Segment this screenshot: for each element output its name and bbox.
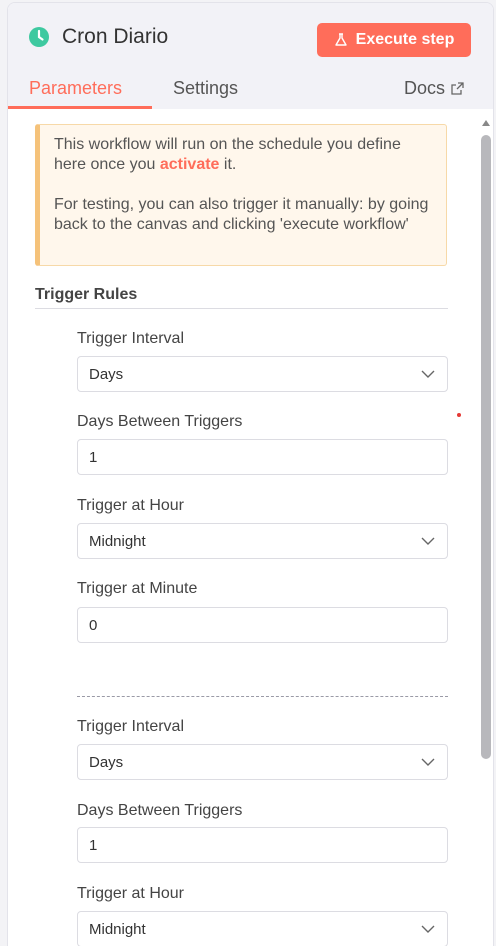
trigger-hour-value: Midnight — [89, 920, 146, 938]
panel-header: Cron Diario Execute step Parameters Sett… — [8, 3, 493, 109]
section-divider — [35, 308, 448, 309]
chevron-down-icon — [421, 370, 435, 378]
flask-icon — [334, 33, 347, 46]
trigger-minute-label: Trigger at Minute — [77, 580, 198, 597]
trigger-hour-select[interactable]: Midnight — [77, 523, 448, 559]
trigger-hour-select[interactable]: Midnight — [77, 911, 448, 946]
days-between-triggers-label: Days Between Triggers — [77, 802, 243, 819]
days-between-triggers-value: 1 — [89, 836, 98, 854]
node-title[interactable]: Cron Diario — [62, 25, 168, 49]
days-between-triggers-label: Days Between Triggers — [77, 413, 243, 430]
execute-step-label: Execute step — [355, 31, 455, 48]
notice-line-2: For testing, you can also trigger it man… — [54, 196, 429, 233]
trigger-rules-title: Trigger Rules — [35, 286, 138, 303]
trigger-interval-value: Days — [89, 365, 124, 383]
tab-parameters[interactable]: Parameters — [29, 78, 122, 99]
parameters-content: This workflow will run on the schedule y… — [8, 109, 493, 946]
activation-notice: This workflow will run on the schedule y… — [35, 124, 447, 266]
trigger-interval-value: Days — [89, 753, 124, 771]
notice-text-post: it. — [219, 156, 237, 173]
external-link-icon — [451, 82, 464, 95]
chevron-down-icon — [421, 537, 435, 545]
trigger-interval-label: Trigger Interval — [77, 718, 184, 735]
trigger-interval-select[interactable]: Days — [77, 744, 448, 780]
issue-indicator-dot — [457, 413, 461, 417]
days-between-triggers-input[interactable]: 1 — [77, 827, 448, 863]
clock-icon — [29, 27, 49, 47]
chevron-down-icon — [421, 925, 435, 933]
trigger-minute-value: 0 — [89, 616, 98, 634]
days-between-triggers-input[interactable]: 1 — [77, 439, 448, 475]
scroll-up-arrow-icon[interactable] — [481, 119, 491, 127]
trigger-interval-label: Trigger Interval — [77, 330, 184, 347]
trigger-hour-value: Midnight — [89, 532, 146, 550]
chevron-down-icon — [421, 758, 435, 766]
trigger-interval-select[interactable]: Days — [77, 356, 448, 392]
node-details-panel: Cron Diario Execute step Parameters Sett… — [7, 2, 494, 946]
days-between-triggers-value: 1 — [89, 448, 98, 466]
execute-step-button[interactable]: Execute step — [317, 23, 471, 57]
rule-separator — [77, 696, 448, 697]
docs-label: Docs — [404, 78, 446, 98]
trigger-hour-label: Trigger at Hour — [77, 885, 184, 902]
trigger-minute-input[interactable]: 0 — [77, 607, 448, 643]
activate-link[interactable]: activate — [160, 156, 220, 173]
tab-settings[interactable]: Settings — [173, 78, 238, 99]
scrollbar-thumb[interactable] — [481, 135, 491, 759]
trigger-hour-label: Trigger at Hour — [77, 497, 184, 514]
tab-docs[interactable]: Docs — [404, 78, 464, 99]
notice-line-1: This workflow will run on the schedule y… — [54, 135, 430, 175]
